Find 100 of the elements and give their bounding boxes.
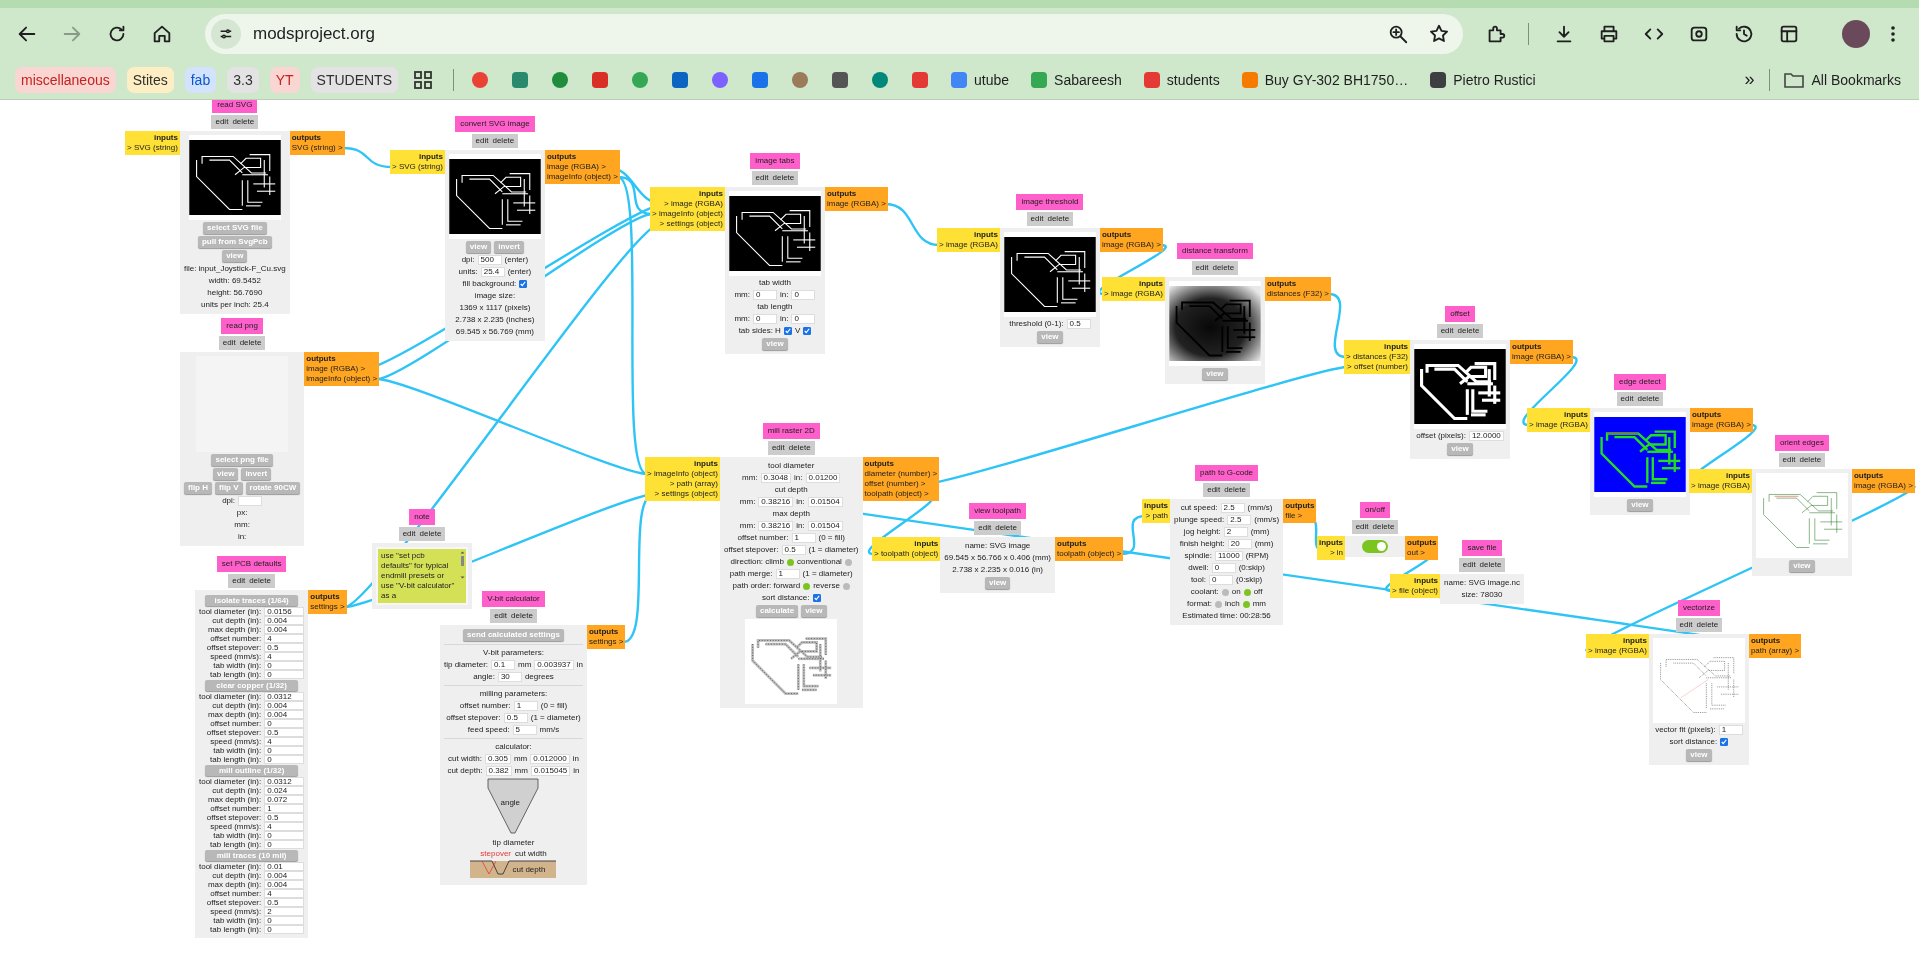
module-action-button[interactable]: delete bbox=[419, 529, 442, 539]
module-action-button[interactable]: delete bbox=[249, 576, 271, 586]
module-title[interactable]: orient edges bbox=[1774, 435, 1829, 451]
module-title[interactable]: image threshold bbox=[1016, 194, 1084, 210]
input-field[interactable]: 20 bbox=[1227, 539, 1252, 549]
input-port[interactable]: > path (array) bbox=[669, 479, 718, 489]
output-port[interactable]: image (RGBA) > bbox=[546, 162, 606, 172]
output-port[interactable]: image (RGBA) > bbox=[1691, 420, 1751, 430]
radio-button[interactable] bbox=[1243, 588, 1251, 596]
favicon-icon[interactable] bbox=[671, 70, 689, 89]
module-action-button[interactable]: delete bbox=[1799, 455, 1822, 465]
radio-button[interactable] bbox=[1221, 588, 1229, 596]
output-port[interactable]: path (array) > bbox=[1750, 646, 1800, 656]
module-action-button[interactable]: edit bbox=[1679, 620, 1693, 630]
checkbox[interactable] bbox=[783, 327, 792, 335]
module-title[interactable]: read SVG bbox=[212, 100, 258, 113]
module-action-button[interactable]: edit bbox=[771, 443, 785, 453]
module-action-button[interactable]: edit bbox=[755, 173, 769, 183]
input-port[interactable]: > image (RGBA) bbox=[1588, 646, 1647, 656]
input-field[interactable]: 0 bbox=[1211, 563, 1236, 573]
favicon-icon[interactable] bbox=[751, 70, 769, 89]
input-port[interactable]: > SVG (string) bbox=[392, 162, 443, 172]
output-port[interactable]: settings > bbox=[588, 637, 624, 647]
bookmark-chip[interactable]: YT bbox=[269, 66, 300, 93]
module-action-button[interactable]: edit bbox=[232, 576, 246, 586]
output-port[interactable]: toolpath (object) > bbox=[864, 489, 929, 499]
module-action-button[interactable]: edit bbox=[215, 117, 229, 127]
input-field[interactable]: 0 bbox=[264, 670, 305, 679]
toggle-switch[interactable] bbox=[1362, 540, 1388, 553]
output-port[interactable]: settings > bbox=[310, 602, 345, 612]
module-action-button[interactable]: edit bbox=[1030, 214, 1044, 224]
input-field[interactable]: 2 bbox=[1223, 527, 1248, 537]
module-title[interactable]: note bbox=[409, 509, 435, 525]
input-field[interactable]: 0 bbox=[264, 916, 305, 925]
module-action-button[interactable]: edit bbox=[1782, 455, 1796, 465]
output-port[interactable]: image (RGBA) > bbox=[1853, 481, 1913, 491]
scrollbar-drawing[interactable] bbox=[460, 551, 465, 579]
input-field[interactable]: 0 bbox=[264, 925, 305, 934]
module-action-button[interactable]: edit bbox=[1207, 485, 1221, 495]
address-bar[interactable]: modsproject.org bbox=[205, 14, 1463, 54]
input-field[interactable]: 4 bbox=[264, 737, 305, 746]
module-action-button[interactable]: delete bbox=[1212, 263, 1235, 273]
radio-button[interactable] bbox=[842, 582, 850, 590]
radio-button[interactable] bbox=[803, 582, 811, 590]
input-field[interactable]: 0 bbox=[264, 840, 305, 849]
input-field[interactable] bbox=[238, 496, 263, 506]
output-port[interactable]: diameter (number) > bbox=[864, 469, 938, 479]
module-action-button[interactable]: edit bbox=[978, 523, 992, 533]
module-action-button[interactable]: delete bbox=[1696, 620, 1719, 630]
module-title[interactable]: mill raster 2D bbox=[762, 423, 820, 439]
module-title[interactable]: V-bit calculator bbox=[482, 591, 545, 607]
checkbox[interactable] bbox=[803, 327, 812, 335]
module-action-button[interactable]: edit bbox=[1355, 522, 1369, 532]
input-field[interactable]: 11000 bbox=[1215, 551, 1243, 561]
input-field[interactable]: 0 bbox=[791, 314, 816, 324]
input-field[interactable]: 0.012000 bbox=[530, 754, 570, 764]
input-field[interactable]: 5 bbox=[512, 725, 537, 735]
module-action-button[interactable]: edit bbox=[222, 338, 236, 348]
input-field[interactable]: 0.015045 bbox=[530, 766, 571, 776]
input-port[interactable]: > file (object) bbox=[1392, 586, 1439, 596]
checkbox[interactable] bbox=[1720, 738, 1729, 746]
module-title[interactable]: save file bbox=[1462, 540, 1502, 556]
input-field[interactable]: 0 bbox=[264, 719, 305, 728]
module-title[interactable]: image tabs bbox=[750, 153, 800, 169]
input-port[interactable]: > imageInfo (object) bbox=[652, 209, 723, 219]
input-field[interactable]: 2.5 bbox=[1227, 515, 1252, 525]
module-action-button[interactable]: edit bbox=[1462, 560, 1476, 570]
radio-button[interactable] bbox=[844, 558, 852, 566]
input-field[interactable]: 0 bbox=[1209, 575, 1233, 585]
bookmark-link[interactable]: Pietro Rustici bbox=[1453, 71, 1536, 88]
module-action-button[interactable]: edit bbox=[1195, 263, 1209, 273]
module-action-button[interactable]: delete bbox=[1047, 214, 1070, 224]
note-textarea[interactable]: use "set pcb defaults" for typical endmill presets or use "V-bit calculator" as a bbox=[376, 547, 468, 605]
input-port[interactable]: > offset (number) bbox=[1347, 362, 1409, 372]
input-field[interactable]: 0 bbox=[264, 746, 305, 755]
avatar-icon[interactable] bbox=[1842, 20, 1870, 48]
module-action-button[interactable]: delete bbox=[772, 173, 795, 183]
module-title[interactable]: distance transform bbox=[1177, 243, 1253, 259]
module-action-button[interactable]: delete bbox=[788, 443, 811, 453]
input-field[interactable]: 0.01200 bbox=[805, 473, 841, 483]
input-field[interactable]: 500 bbox=[477, 255, 502, 265]
input-field[interactable]: 0 bbox=[753, 314, 777, 324]
input-field[interactable]: 0.5 bbox=[503, 713, 528, 723]
input-field[interactable]: 1 bbox=[791, 533, 816, 543]
module-action-button[interactable]: delete bbox=[1372, 522, 1395, 532]
input-field[interactable]: 1 bbox=[775, 569, 800, 579]
input-field[interactable]: 1 bbox=[1718, 725, 1743, 735]
input-field[interactable]: 0 bbox=[264, 755, 305, 764]
input-field[interactable]: 0.01504 bbox=[807, 497, 843, 507]
input-port[interactable]: > image (RGBA) bbox=[1529, 420, 1588, 430]
bookmark-link[interactable]: students bbox=[1166, 71, 1220, 88]
input-field[interactable]: 25.4 bbox=[480, 267, 505, 277]
input-port[interactable]: > image (RGBA) bbox=[1691, 481, 1750, 491]
input-field[interactable]: 0.1 bbox=[491, 660, 516, 670]
output-port[interactable]: image (RGBA) > bbox=[1101, 240, 1161, 250]
input-field[interactable]: 4 bbox=[264, 889, 305, 898]
print-icon[interactable] bbox=[1598, 23, 1620, 45]
input-port[interactable]: > settings (object) bbox=[659, 219, 723, 229]
checkbox[interactable] bbox=[519, 280, 528, 288]
input-field[interactable]: 0.38216 bbox=[758, 497, 794, 507]
